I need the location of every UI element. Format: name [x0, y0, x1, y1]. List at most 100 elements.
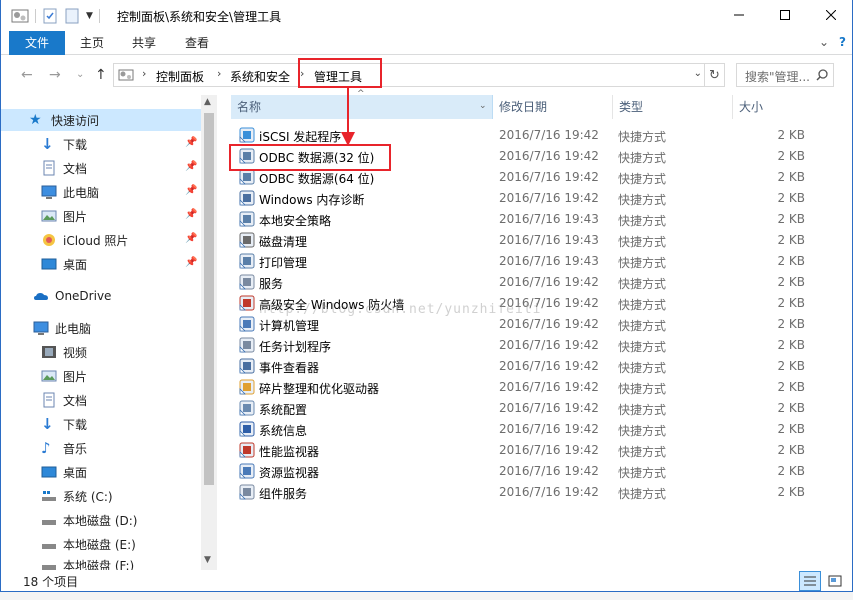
- column-date[interactable]: 修改日期: [493, 95, 613, 119]
- music-note-icon: ♪: [41, 439, 51, 457]
- properties-icon[interactable]: [42, 8, 58, 24]
- tab-view[interactable]: 查看: [173, 31, 221, 55]
- nav-pc-drive-e[interactable]: 本地磁盘 (E:): [1, 533, 201, 555]
- file-size: 2 KB: [777, 443, 805, 457]
- pin-icon[interactable]: 📌: [185, 257, 197, 269]
- nav-quick-access[interactable]: ★ 快速访问: [1, 109, 201, 131]
- nav-label: 文档: [63, 393, 88, 408]
- search-input[interactable]: 搜索"管理...: [736, 63, 834, 87]
- nav-pc-drive-c[interactable]: 系统 (C:): [1, 485, 201, 507]
- file-type: 快捷方式: [618, 382, 667, 396]
- table-row[interactable]: 系统配置 2016/7/16 19:42 快捷方式 2 KB: [217, 398, 852, 419]
- shortcut-icon: [239, 379, 255, 395]
- nav-pc-downloads[interactable]: ↓ 下载: [1, 413, 201, 435]
- file-date: 2016/7/16 19:42: [499, 422, 599, 436]
- table-row[interactable]: 性能监视器 2016/7/16 19:42 快捷方式 2 KB: [217, 440, 852, 461]
- pin-icon[interactable]: 📌: [185, 233, 197, 245]
- nav-this-pc[interactable]: 此电脑: [1, 317, 201, 339]
- shortcut-icon: [239, 295, 255, 311]
- breadcrumb-chevron-icon[interactable]: ›: [217, 67, 221, 80]
- pin-icon[interactable]: 📌: [185, 185, 197, 197]
- nav-quick-downloads[interactable]: ↓ 下载 📌: [1, 133, 201, 155]
- pin-icon[interactable]: 📌: [185, 209, 197, 221]
- nav-label: 下载: [63, 417, 88, 432]
- details-view-button[interactable]: [799, 571, 821, 591]
- address-bar[interactable]: › 控制面板 › 系统和安全 › 管理工具 ⌄: [113, 63, 725, 87]
- nav-pc-desktop[interactable]: 桌面: [1, 461, 201, 483]
- file-type: 快捷方式: [618, 361, 667, 375]
- up-arrow-icon[interactable]: ↑: [95, 67, 107, 83]
- nav-pc-pictures[interactable]: 图片: [1, 365, 201, 387]
- help-icon[interactable]: ?: [839, 35, 846, 49]
- forward-arrow-icon[interactable]: →: [49, 67, 61, 83]
- scroll-down-icon[interactable]: ▼: [204, 555, 211, 565]
- new-folder-icon[interactable]: [64, 8, 80, 24]
- column-size[interactable]: 大小: [733, 95, 813, 119]
- qat-dropdown-icon[interactable]: ▼: [86, 11, 93, 21]
- nav-pc-drive-f[interactable]: 本地磁盘 (F:): [1, 557, 201, 570]
- breadcrumb-chevron-icon[interactable]: ›: [142, 67, 146, 80]
- nav-label: 音乐: [63, 441, 88, 456]
- maximize-button[interactable]: [762, 0, 808, 30]
- column-header: 名称 ^ ⌄ 修改日期 类型 大小: [217, 89, 852, 119]
- breadcrumb-system-security[interactable]: 系统和安全: [230, 68, 290, 85]
- table-row[interactable]: 碎片整理和优化驱动器 2016/7/16 19:42 快捷方式 2 KB: [217, 377, 852, 398]
- nav-scrollbar[interactable]: ▲ ▼: [201, 95, 217, 570]
- nav-label: 下载: [63, 137, 88, 152]
- nav-pc-music[interactable]: ♪ 音乐: [1, 437, 201, 459]
- nav-quick-icloud-photos[interactable]: iCloud 照片 📌: [1, 229, 201, 251]
- nav-quick-pictures[interactable]: 图片 📌: [1, 205, 201, 227]
- cloud-icon: [33, 288, 49, 304]
- control-panel-icon[interactable]: [11, 7, 29, 25]
- nav-pc-drive-d[interactable]: 本地磁盘 (D:): [1, 509, 201, 531]
- scrollbar-thumb[interactable]: [204, 113, 214, 485]
- close-button[interactable]: [808, 0, 852, 30]
- table-row[interactable]: 组件服务 2016/7/16 19:42 快捷方式 2 KB: [217, 482, 852, 503]
- table-row[interactable]: 本地安全策略 2016/7/16 19:43 快捷方式 2 KB: [217, 209, 852, 230]
- breadcrumb-control-panel[interactable]: 控制面板: [156, 68, 204, 85]
- computer-icon: [41, 184, 57, 200]
- shortcut-icon: [239, 190, 255, 206]
- nav-pc-documents[interactable]: 文档: [1, 389, 201, 411]
- table-row[interactable]: 系统信息 2016/7/16 19:42 快捷方式 2 KB: [217, 419, 852, 440]
- table-row[interactable]: 资源监视器 2016/7/16 19:42 快捷方式 2 KB: [217, 461, 852, 482]
- nav-pc-videos[interactable]: 视频: [1, 341, 201, 363]
- back-arrow-icon[interactable]: ←: [21, 67, 33, 83]
- table-row[interactable]: iSCSI 发起程序 2016/7/16 19:42 快捷方式 2 KB: [217, 125, 852, 146]
- address-dropdown-icon[interactable]: ⌄: [694, 68, 702, 79]
- minimize-icon: [734, 14, 744, 16]
- refresh-button[interactable]: ↻: [704, 63, 725, 87]
- ribbon-expand-icon[interactable]: ⌄: [819, 35, 829, 49]
- table-row[interactable]: 服务 2016/7/16 19:42 快捷方式 2 KB: [217, 272, 852, 293]
- pin-icon[interactable]: 📌: [185, 161, 197, 173]
- table-row[interactable]: 事件查看器 2016/7/16 19:42 快捷方式 2 KB: [217, 356, 852, 377]
- recent-locations-icon[interactable]: ⌄: [76, 69, 84, 80]
- scroll-up-icon[interactable]: ▲: [204, 97, 211, 107]
- large-icons-view-button[interactable]: [824, 571, 846, 591]
- tab-file[interactable]: 文件: [9, 31, 65, 55]
- nav-quick-this-pc[interactable]: 此电脑 📌: [1, 181, 201, 203]
- drive-icon: [41, 557, 57, 570]
- tab-share[interactable]: 共享: [121, 31, 167, 55]
- column-type[interactable]: 类型: [613, 95, 733, 119]
- table-row[interactable]: 计算机管理 2016/7/16 19:42 快捷方式 2 KB: [217, 314, 852, 335]
- file-size: 2 KB: [777, 464, 805, 478]
- tab-home[interactable]: 主页: [71, 31, 113, 55]
- star-icon: ★: [29, 112, 42, 128]
- column-filter-icon[interactable]: ⌄: [479, 101, 487, 111]
- table-row[interactable]: 打印管理 2016/7/16 19:43 快捷方式 2 KB: [217, 251, 852, 272]
- minimize-button[interactable]: [716, 0, 762, 30]
- pin-icon[interactable]: 📌: [185, 137, 197, 149]
- nav-quick-documents[interactable]: 文档 📌: [1, 157, 201, 179]
- nav-quick-desktop[interactable]: 桌面 📌: [1, 253, 201, 275]
- nav-onedrive[interactable]: OneDrive: [1, 285, 201, 307]
- shortcut-icon: [239, 463, 255, 479]
- table-row[interactable]: Windows 内存诊断 2016/7/16 19:42 快捷方式 2 KB: [217, 188, 852, 209]
- toolbar-separator: [35, 9, 36, 23]
- file-size: 2 KB: [777, 422, 805, 436]
- table-row[interactable]: 磁盘清理 2016/7/16 19:43 快捷方式 2 KB: [217, 230, 852, 251]
- annotation-highlight-breadcrumb: [298, 58, 382, 88]
- file-date: 2016/7/16 19:43: [499, 212, 599, 226]
- column-date-label: 修改日期: [499, 100, 548, 114]
- table-row[interactable]: 任务计划程序 2016/7/16 19:42 快捷方式 2 KB: [217, 335, 852, 356]
